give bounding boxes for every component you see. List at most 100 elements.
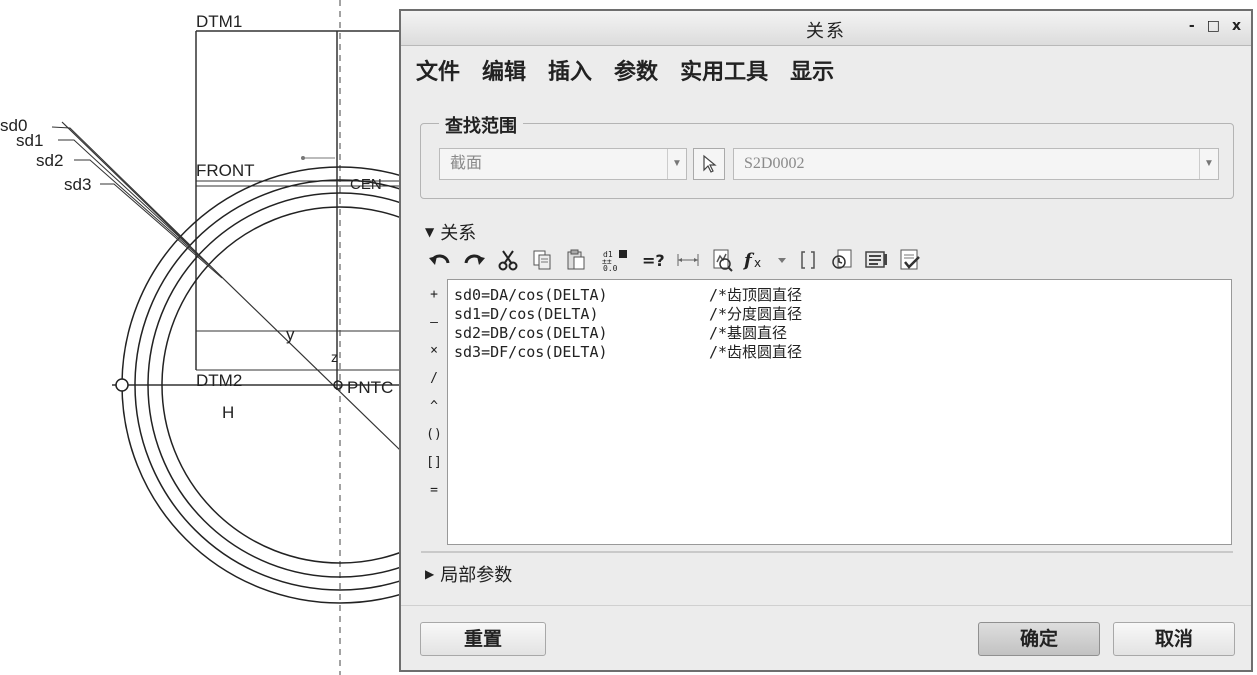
search-scope-group: 查找范围 截面 ▼ S2D0002 ▼ [420, 112, 1234, 199]
search-scope-legend: 查找范围 [439, 112, 523, 138]
title-bar[interactable]: 关系 - □ x [401, 11, 1251, 46]
svg-text:0.0: 0.0 [603, 264, 618, 272]
insert-brackets-button[interactable] [791, 245, 825, 275]
menu-bar: 文件 编辑 插入 参数 实用工具 显示 [401, 46, 1251, 94]
relations-section-header[interactable]: ▼ 关系 [425, 219, 476, 245]
relation-line: sd1=D/cos(DELTA) /*分度圆直径 [454, 305, 1225, 324]
expanded-triangle-icon: ▼ [425, 225, 435, 239]
switch-dimensions-icon: d1 ±± 0.0 [602, 250, 627, 272]
label-pnt: PNTC [347, 378, 393, 397]
menu-edit[interactable]: 编辑 [482, 54, 526, 86]
cut-button[interactable] [491, 245, 525, 275]
chevron-down-icon[interactable]: ▼ [1199, 149, 1218, 179]
scope-object-value: S2D0002 [744, 155, 805, 172]
dropdown-icon [778, 258, 786, 263]
verify-button[interactable] [705, 245, 739, 275]
check-relations-button[interactable] [893, 245, 927, 275]
local-params-label: 局部参数 [440, 565, 513, 586]
function-icon: f x [743, 250, 761, 271]
display-button[interactable] [859, 245, 893, 275]
relation-code: sd1=D/cos(DELTA) [454, 305, 599, 323]
function-dropdown-button[interactable] [773, 245, 791, 275]
small-dot [301, 156, 305, 160]
paste-button[interactable] [559, 245, 593, 275]
evaluate-button[interactable]: =? [637, 245, 671, 275]
local-params-section-header[interactable]: ▶ 局部参数 [425, 561, 512, 587]
cut-icon [498, 250, 518, 271]
redo-button[interactable] [457, 245, 491, 275]
label-cen: CEN [350, 176, 382, 193]
dimension-icon [677, 254, 699, 266]
relation-line: sd3=DF/cos(DELTA) /*齿根圆直径 [454, 343, 1225, 362]
label-z: z [331, 349, 338, 365]
relation-comment: /*齿顶圆直径 [709, 286, 803, 304]
relation-comment: /*齿根圆直径 [709, 343, 803, 361]
redo-icon [464, 254, 485, 265]
operator-column: + – × / ^ () [] = [423, 281, 445, 505]
svg-text:x: x [754, 256, 761, 270]
select-object-button[interactable] [693, 148, 725, 180]
brackets-icon [801, 251, 815, 269]
label-sd3: sd3 [64, 175, 91, 194]
relations-editor[interactable]: sd0=DA/cos(DELTA) /*齿顶圆直径 sd1=D/cos(DELT… [447, 279, 1232, 545]
relation-line: sd0=DA/cos(DELTA) /*齿顶圆直径 [454, 286, 1225, 305]
label-sd1: sd1 [16, 131, 43, 150]
undo-icon [429, 254, 450, 265]
relations-dialog: 关系 - □ x 文件 编辑 插入 参数 实用工具 显示 查找范围 截面 ▼ S… [399, 9, 1253, 672]
footer-divider [401, 605, 1251, 606]
menu-file[interactable]: 文件 [416, 54, 460, 86]
scope-type-value: 截面 [450, 155, 483, 172]
undo-button[interactable] [423, 245, 457, 275]
operator-parentheses-button[interactable]: () [423, 421, 445, 449]
switch-dimensions-button[interactable]: d1 ±± 0.0 [593, 245, 637, 275]
scope-object-select[interactable]: S2D0002 ▼ [733, 148, 1219, 180]
copy-button[interactable] [525, 245, 559, 275]
collapsed-triangle-icon: ▶ [425, 567, 435, 581]
menu-display[interactable]: 显示 [790, 54, 834, 86]
point-marker-left [115, 378, 129, 392]
dialog-title: 关系 [806, 21, 846, 42]
relation-line: sd2=DB/cos(DELTA) /*基圆直径 [454, 324, 1225, 343]
label-h: H [222, 403, 234, 422]
reset-button[interactable]: 重置 [420, 622, 546, 656]
menu-parameters[interactable]: 参数 [614, 54, 658, 86]
relations-toolbar: d1 ±± 0.0 =? f x [423, 244, 1083, 276]
label-dtm2: DTM2 [196, 371, 242, 390]
label-dtm1: DTM1 [196, 12, 242, 31]
menu-insert[interactable]: 插入 [548, 54, 592, 86]
check-icon [900, 249, 920, 270]
cancel-button[interactable]: 取消 [1113, 622, 1235, 656]
label-front: FRONT [196, 161, 255, 180]
operator-power-button[interactable]: ^ [423, 393, 445, 421]
paste-icon [567, 249, 585, 270]
operator-plus-button[interactable]: + [423, 281, 445, 309]
display-icon [865, 251, 887, 268]
relation-code: sd3=DF/cos(DELTA) [454, 343, 608, 361]
evaluate-icon: =? [642, 251, 665, 270]
operator-brackets-button[interactable]: [] [423, 449, 445, 477]
chevron-down-icon[interactable]: ▼ [667, 149, 686, 179]
insert-function-button[interactable]: f x [739, 245, 773, 275]
operator-equals-button[interactable]: = [423, 477, 445, 505]
operator-minus-button[interactable]: – [423, 309, 445, 337]
sort-icon [832, 249, 852, 269]
cursor-arrow-icon [703, 154, 717, 173]
close-button[interactable]: x [1232, 18, 1241, 34]
scope-type-select[interactable]: 截面 ▼ [439, 148, 687, 180]
section-divider [421, 551, 1233, 553]
insert-dimension-button[interactable] [671, 245, 705, 275]
relation-code: sd2=DB/cos(DELTA) [454, 324, 608, 342]
svg-text:=?: =? [642, 251, 665, 270]
operator-divide-button[interactable]: / [423, 365, 445, 393]
ok-button[interactable]: 确定 [978, 622, 1100, 656]
maximize-button[interactable]: □ [1207, 18, 1220, 34]
menu-utilities[interactable]: 实用工具 [680, 54, 768, 86]
relation-comment: /*分度圆直径 [709, 305, 803, 323]
relations-section-label: 关系 [440, 223, 477, 244]
label-y: y [286, 325, 295, 344]
minimize-button[interactable]: - [1189, 18, 1195, 34]
verify-icon [713, 249, 733, 272]
sort-relations-button[interactable] [825, 245, 859, 275]
operator-multiply-button[interactable]: × [423, 337, 445, 365]
relation-code: sd0=DA/cos(DELTA) [454, 286, 608, 304]
